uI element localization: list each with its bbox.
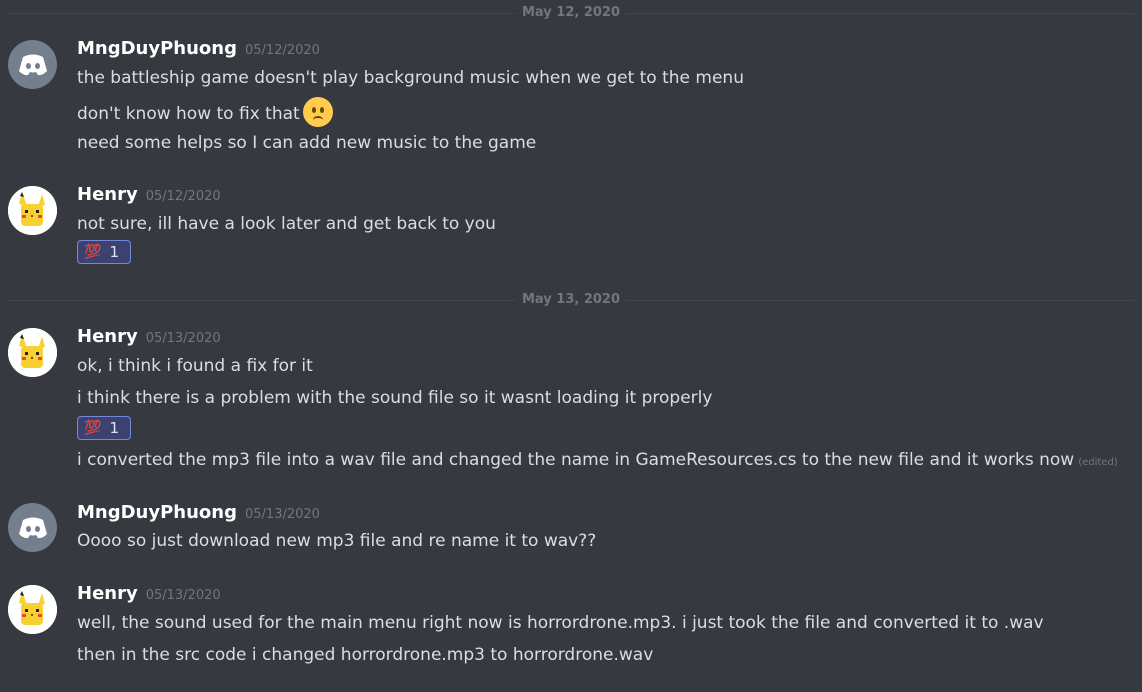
message-text: ok, i think i found a fix for it [77, 356, 313, 376]
edited-label: (edited) [1078, 457, 1118, 468]
message-text: i converted the mp3 file into a wav file… [77, 449, 1118, 474]
discord-logo-icon[interactable] [8, 40, 57, 89]
chat-view: May 12, 2020 MngDuyPhuong 05/12/2020 the … [0, 0, 1142, 692]
message-text: i think there is a problem with the soun… [77, 388, 713, 408]
message-text: don't know how to fix that [77, 97, 333, 129]
hundred-points-icon: 💯 [84, 420, 102, 436]
message-text-content: i converted the mp3 file into a wav file… [77, 450, 1075, 470]
username[interactable]: MngDuyPhuong [77, 38, 237, 59]
reaction-count: 1 [109, 419, 119, 437]
date-divider-label: May 13, 2020 [515, 291, 627, 309]
timestamp: 05/13/2020 [245, 507, 320, 522]
message-text: Oooo so just download new mp3 file and r… [77, 531, 597, 551]
message-text: then in the src code i changed horrordro… [77, 645, 654, 665]
timestamp: 05/12/2020 [145, 189, 221, 204]
date-divider-label: May 12, 2020 [515, 4, 627, 22]
message-text: need some helps so I can add new music t… [77, 133, 537, 153]
message-header: Henry 05/13/2020 [77, 326, 221, 347]
username[interactable]: Henry [77, 326, 138, 347]
timestamp: 05/13/2020 [145, 588, 221, 603]
hundred-points-icon: 💯 [84, 244, 102, 260]
username[interactable]: Henry [77, 184, 138, 205]
pikachu-avatar-icon[interactable] [8, 585, 57, 634]
message-text: well, the sound used for the main menu r… [77, 613, 1044, 633]
pikachu-avatar-icon[interactable] [8, 328, 57, 377]
message-header: Henry 05/13/2020 [77, 583, 221, 604]
reaction-button[interactable]: 💯 1 [77, 240, 131, 264]
username[interactable]: MngDuyPhuong [77, 502, 237, 523]
discord-logo-icon[interactable] [8, 503, 57, 552]
reaction-button[interactable]: 💯 1 [77, 416, 131, 440]
message-header: Henry 05/12/2020 [77, 184, 221, 205]
reaction-count: 1 [109, 243, 119, 261]
timestamp: 05/13/2020 [145, 331, 221, 346]
date-divider: May 12, 2020 [8, 4, 1134, 22]
message-text: not sure, ill have a look later and get … [77, 214, 496, 234]
message-header: MngDuyPhuong 05/13/2020 [77, 502, 320, 523]
date-divider: May 13, 2020 [8, 291, 1134, 309]
timestamp: 05/12/2020 [245, 43, 320, 58]
username[interactable]: Henry [77, 583, 138, 604]
message-text-content: don't know how to fix that [77, 104, 300, 124]
message-header: MngDuyPhuong 05/12/2020 [77, 38, 320, 59]
pikachu-avatar-icon[interactable] [8, 186, 57, 235]
message-text: the battleship game doesn't play backgro… [77, 68, 744, 88]
frowning-face-icon [302, 97, 333, 127]
